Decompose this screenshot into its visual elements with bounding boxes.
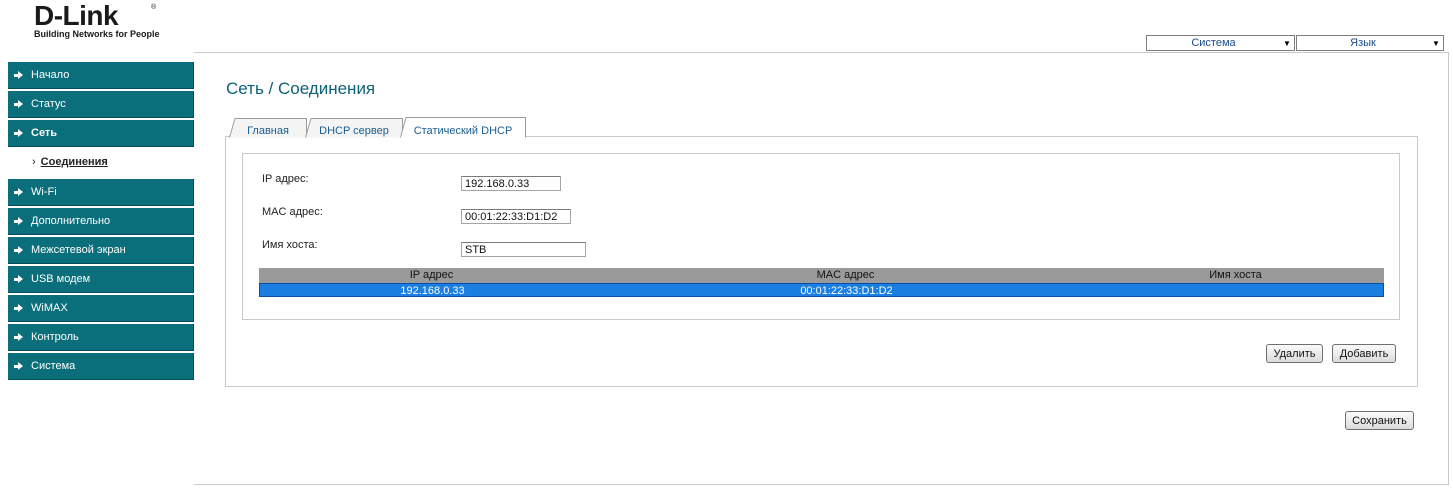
sidebar-item-system[interactable]: Система	[8, 353, 194, 380]
triangle-down-icon: ▼	[1432, 38, 1440, 48]
logo-wordmark: D-Link	[34, 0, 119, 31]
table-row[interactable]: 192.168.0.33 00:01:22:33:D1:D2	[259, 283, 1384, 297]
arrow-right-icon	[14, 274, 23, 284]
sidebar-item-label: USB модем	[31, 273, 91, 285]
tab-label: Статический DHCP	[413, 125, 513, 137]
table-cell-mac: 00:01:22:33:D1:D2	[800, 285, 893, 297]
column-header-hostname[interactable]: Имя хоста	[1087, 268, 1384, 282]
add-button[interactable]: Добавить	[1332, 344, 1396, 363]
sidebar-item-label: Статус	[31, 98, 66, 110]
dlink-logo: D-Link ® Building Networks for People	[34, 2, 174, 42]
sidebar-item-label: Межсетевой экран	[31, 244, 126, 256]
ip-address-label: IP адрес:	[262, 173, 309, 185]
table-header: IP адрес MAC адрес Имя хоста	[259, 268, 1384, 283]
save-button[interactable]: Сохранить	[1345, 411, 1414, 430]
sidebar-item-control[interactable]: Контроль	[8, 324, 194, 351]
sidebar-item-status[interactable]: Статус	[8, 91, 194, 118]
sidebar-item-firewall[interactable]: Межсетевой экран	[8, 237, 194, 264]
sidebar-item-network[interactable]: Сеть	[8, 120, 194, 147]
arrow-right-icon	[14, 361, 23, 371]
sidebar-subitem-connections[interactable]: › Соединения	[8, 148, 194, 176]
sidebar-subitem-label: Соединения	[40, 156, 108, 168]
sidebar-item-wifi[interactable]: Wi-Fi	[8, 179, 194, 206]
sidebar-item-wimax[interactable]: WiMAX	[8, 295, 194, 322]
arrow-right-icon	[14, 187, 23, 197]
sidebar-item-label: Сеть	[31, 127, 58, 139]
tab-label: Главная	[247, 125, 289, 137]
mac-address-input[interactable]	[461, 209, 571, 224]
arrow-right-icon	[14, 70, 23, 80]
sidebar-item-label: Дополнительно	[31, 215, 111, 227]
tab-label: DHCP сервер	[319, 125, 389, 137]
system-select[interactable]: Система ▼	[1146, 35, 1295, 51]
arrow-right-icon	[14, 245, 23, 255]
logo-registered-mark: ®	[151, 4, 157, 11]
arrow-right-icon	[14, 332, 23, 342]
sidebar-item-label: Контроль	[31, 331, 79, 343]
tab-dhcp-server[interactable]: DHCP сервер	[305, 117, 403, 138]
submenu-marker: ›	[32, 156, 36, 168]
language-select[interactable]: Язык ▼	[1296, 35, 1444, 51]
triangle-down-icon: ▼	[1283, 38, 1291, 48]
sidebar-item-usb-modem[interactable]: USB модем	[8, 266, 194, 293]
table-cell-ip: 192.168.0.33	[400, 285, 465, 297]
arrow-right-icon	[14, 216, 23, 226]
ip-address-input[interactable]	[461, 176, 561, 191]
system-select-value: Система	[1191, 37, 1236, 49]
hostname-input[interactable]	[461, 242, 586, 257]
arrow-right-icon	[14, 128, 23, 138]
sidebar-item-label: Wi-Fi	[31, 186, 57, 198]
sidebar-item-home[interactable]: Начало	[8, 62, 194, 89]
sidebar-item-advanced[interactable]: Дополнительно	[8, 208, 194, 235]
sidebar-item-label: WiMAX	[31, 302, 68, 314]
tab-static-dhcp[interactable]: Статический DHCP	[400, 117, 526, 138]
logo-tagline: Building Networks for People	[34, 29, 160, 39]
column-header-ip[interactable]: IP адрес	[259, 268, 604, 282]
sidebar-item-label: Начало	[31, 69, 70, 81]
page-title: Сеть / Соединения	[226, 79, 376, 98]
sidebar-item-label: Система	[31, 360, 76, 372]
hostname-label: Имя хоста:	[262, 239, 318, 251]
arrow-right-icon	[14, 99, 23, 109]
delete-button[interactable]: Удалить	[1266, 344, 1323, 363]
mac-address-label: MAC адрес:	[262, 206, 323, 218]
column-header-mac[interactable]: MAC адрес	[604, 268, 1087, 282]
arrow-right-icon	[14, 303, 23, 313]
language-select-value: Язык	[1350, 37, 1376, 49]
tab-main[interactable]: Главная	[229, 117, 307, 138]
